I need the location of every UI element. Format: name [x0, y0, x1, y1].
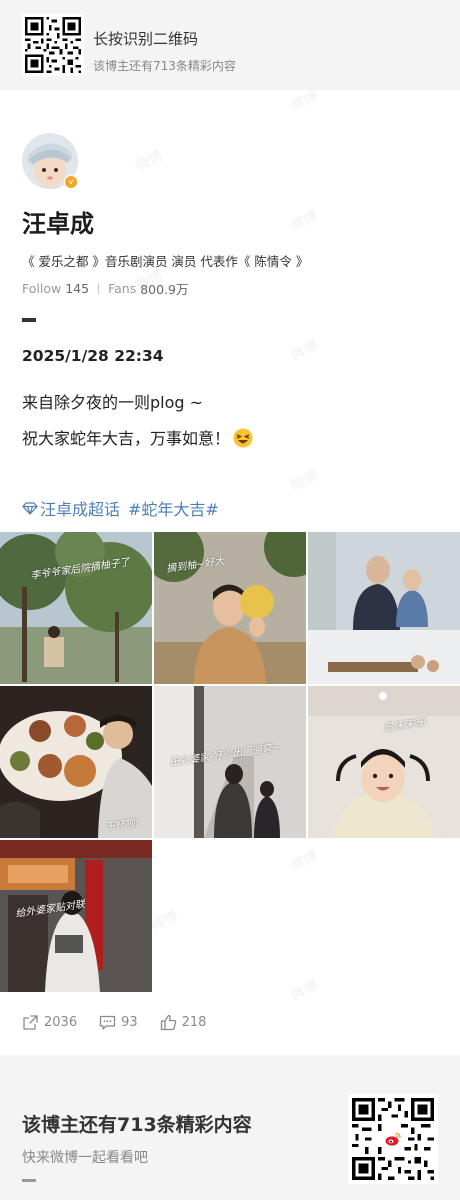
watermark: 微博	[288, 207, 321, 235]
footer-title: 该博主还有713条精彩内容	[22, 1114, 252, 1136]
photo-7[interactable]: 是沫沫呀!	[308, 686, 460, 838]
hashtag-link[interactable]: #蛇年大吉#	[128, 496, 219, 520]
watermark: 微博	[133, 147, 166, 175]
footer-banner: 该博主还有713条精彩内容 快来微博一起看看吧	[0, 1055, 460, 1200]
profile-stats: Follow 145 Fans 800.9万	[22, 279, 189, 298]
comment-button[interactable]: 93	[99, 1014, 138, 1031]
watermark: 微博	[288, 847, 321, 875]
weibo-logo-icon	[383, 1129, 403, 1149]
profile-name[interactable]: 汪卓成	[22, 204, 94, 239]
comment-count: 93	[121, 1015, 138, 1030]
watermark: 微博	[288, 977, 321, 1005]
watermark: 微博	[148, 907, 181, 935]
supertopic-link[interactable]: 汪卓成超话	[40, 496, 120, 520]
share-icon	[23, 1015, 38, 1030]
photo-3[interactable]	[308, 532, 460, 684]
photo-1[interactable]: 李爷爷家后院摘柚子了	[0, 532, 152, 684]
post-text-line-1: 来自除夕夜的一则plog ~	[22, 393, 204, 412]
footer-qr-code[interactable]	[348, 1094, 438, 1184]
photo-8[interactable]: 给外婆家贴对联	[0, 840, 152, 992]
banner-subtitle: 该博主还有713条精彩内容	[93, 59, 236, 73]
footer-subtitle: 快来微博一起看看吧	[22, 1150, 148, 1166]
photo-2[interactable]: 摘到柚~好大	[154, 532, 306, 684]
photo-5[interactable]: 干杯啦!	[0, 686, 152, 838]
repost-count: 2036	[44, 1015, 78, 1030]
verified-badge-icon: v	[64, 175, 78, 189]
post-tags: 汪卓成超话 #蛇年大吉#	[22, 496, 227, 520]
footer-dash	[22, 1179, 36, 1182]
qr-code[interactable]	[22, 14, 84, 76]
fans-count[interactable]: 800.9万	[140, 279, 188, 298]
banner-title: 长按识别二维码	[93, 30, 199, 48]
post-date: 2025/1/28 22:34	[22, 347, 164, 365]
stats-divider	[98, 283, 100, 294]
follow-count[interactable]: 145	[65, 281, 89, 296]
qr-code-image	[25, 17, 81, 73]
repost-button[interactable]: 2036	[22, 1014, 77, 1031]
qr-banner: 长按识别二维码 该博主还有713条精彩内容	[0, 0, 460, 90]
post-text-line-2-text: 祝大家蛇年大吉，万事如意！	[22, 429, 231, 448]
profile-bio: 《 爱乐之都 》音乐剧演员 演员 代表作《 陈情令 》	[22, 254, 309, 269]
comment-icon	[99, 1015, 116, 1030]
thumbs-up-icon	[160, 1014, 176, 1031]
laughing-face-emoji-icon	[233, 428, 253, 448]
photo-6[interactable]: 田外婆家 好少出门遛弯~	[154, 686, 306, 838]
diamond-icon	[22, 501, 38, 515]
fans-label: Fans	[108, 281, 137, 296]
post-text-line-2: 祝大家蛇年大吉，万事如意！	[22, 425, 253, 449]
like-count: 218	[181, 1015, 207, 1030]
divider-dash	[22, 318, 36, 322]
follow-label: Follow	[22, 281, 62, 296]
like-button[interactable]: 218	[160, 1014, 207, 1031]
watermark: 微博	[288, 337, 321, 365]
action-bar: 2036 93 218	[22, 1014, 228, 1031]
watermark: 微博	[288, 467, 321, 495]
